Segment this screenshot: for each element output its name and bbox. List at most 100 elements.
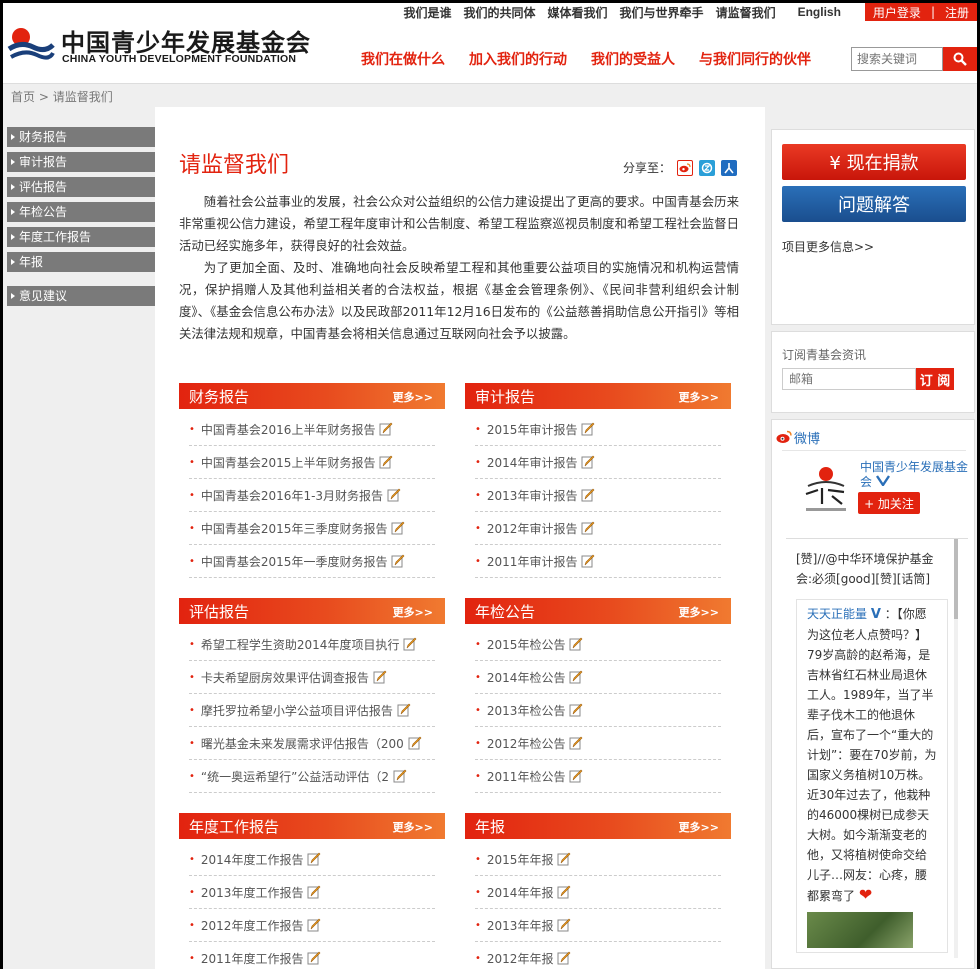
search-button[interactable] bbox=[943, 47, 977, 71]
post-thumbnail[interactable] bbox=[807, 912, 913, 948]
left-menu-evaluation[interactable]: 评估报告 bbox=[7, 177, 155, 197]
list-item[interactable]: • 中国青基会2015年一季度财务报告 bbox=[189, 545, 435, 578]
left-menu-finance[interactable]: 财务报告 bbox=[7, 127, 155, 147]
project-more-info-link[interactable]: 项目更多信息>> bbox=[782, 238, 874, 255]
share-label: 分享至： bbox=[623, 161, 672, 175]
list-item[interactable]: • 2014年度工作报告 bbox=[189, 843, 435, 876]
list-item-label: 2015年审计报告 bbox=[486, 422, 578, 437]
section-more-link[interactable]: 更多>> bbox=[393, 389, 433, 405]
list-item[interactable]: • 中国青基会2016年1-3月财务报告 bbox=[189, 479, 435, 512]
left-menu-audit[interactable]: 审计报告 bbox=[7, 152, 155, 172]
top-nav-who-we-are[interactable]: 我们是谁 bbox=[404, 4, 452, 21]
list-item[interactable]: • 中国青基会2015上半年财务报告 bbox=[189, 446, 435, 479]
bullet-icon: • bbox=[475, 423, 481, 435]
left-menu-work-report[interactable]: 年度工作报告 bbox=[7, 227, 155, 247]
left-menu-annual-inspection[interactable]: 年检公告 bbox=[7, 202, 155, 222]
site-logo[interactable]: 中国青少年发展基金会 CHINA YOUTH DEVELOPMENT FOUND… bbox=[7, 23, 310, 71]
section-more-link[interactable]: 更多>> bbox=[393, 604, 433, 620]
list-item[interactable]: • 2011年度工作报告 bbox=[189, 942, 435, 969]
top-nav-world[interactable]: 我们与世界牵手 bbox=[620, 4, 704, 21]
edit-icon bbox=[373, 670, 387, 684]
feed-scrollbar-thumb[interactable] bbox=[954, 539, 958, 619]
list-item[interactable]: • 摩托罗拉希望小学公益项目评估报告 bbox=[189, 694, 435, 727]
list-item-label: 中国青基会2016上半年财务报告 bbox=[200, 422, 376, 437]
section-more-link[interactable]: 更多>> bbox=[393, 819, 433, 835]
edit-icon bbox=[307, 885, 321, 899]
main-nav-join[interactable]: 加入我们的行动 bbox=[469, 49, 567, 69]
list-item-label: 2013年检公告 bbox=[486, 703, 566, 718]
edit-icon bbox=[569, 670, 583, 684]
list-item-label: 中国青基会2015年一季度财务报告 bbox=[200, 554, 388, 569]
list-item[interactable]: • 2013年审计报告 bbox=[475, 479, 721, 512]
section-annual-report: 年报 更多>> • 2015年年报 • 2014年年报 • 2013年年报 • 2012… bbox=[465, 813, 731, 969]
list-item[interactable]: • 2014年年报 bbox=[475, 876, 721, 909]
list-item[interactable]: • 2012年审计报告 bbox=[475, 512, 721, 545]
section-header: 年报 更多>> bbox=[465, 813, 731, 839]
edit-icon bbox=[557, 918, 571, 932]
edit-icon bbox=[581, 422, 595, 436]
subscribe-email-input[interactable] bbox=[782, 368, 916, 390]
list-item[interactable]: • 希望工程学生资助2014年度项目执行 bbox=[189, 628, 435, 661]
list-item[interactable]: • 2014年审计报告 bbox=[475, 446, 721, 479]
main-nav-partners[interactable]: 与我们同行的伙伴 bbox=[699, 49, 811, 69]
list-item[interactable]: • 曙光基金未来发展需求评估报告（200 bbox=[189, 727, 435, 760]
section-more-link[interactable]: 更多>> bbox=[679, 389, 719, 405]
subscribe-button[interactable]: 订 阅 bbox=[916, 368, 954, 390]
feed-post[interactable]: 天天正能量 V ：【你愿为这位老人点赞吗？】79岁高龄的赵希海，是吉林省红石林业… bbox=[796, 599, 948, 953]
list-item[interactable]: • “统一奥运希望行”公益活动评估（2 bbox=[189, 760, 435, 793]
left-menu-feedback[interactable]: 意见建议 bbox=[7, 286, 155, 306]
bullet-icon: • bbox=[475, 952, 481, 964]
list-item[interactable]: • 2013年度工作报告 bbox=[189, 876, 435, 909]
english-link[interactable]: English bbox=[798, 5, 841, 19]
top-nav-media[interactable]: 媒体看我们 bbox=[548, 4, 608, 21]
weibo-title[interactable]: 微博 bbox=[794, 428, 820, 447]
project-hope-avatar[interactable] bbox=[798, 460, 854, 516]
list-item[interactable]: • 2013年检公告 bbox=[475, 694, 721, 727]
top-nav-supervise[interactable]: 请监督我们 bbox=[716, 4, 776, 21]
follow-button[interactable]: + 加关注 bbox=[858, 492, 920, 514]
weibo-feed[interactable]: [赞]//@中华环境保护基金会:必须[good][赞][话筒] 天天正能量 V … bbox=[786, 538, 968, 958]
bullet-icon: • bbox=[475, 853, 481, 865]
register-button[interactable]: 注册 bbox=[936, 3, 977, 21]
search-input[interactable] bbox=[851, 47, 943, 71]
weibo-account-name[interactable]: 中国青少年发展基金会 bbox=[860, 460, 970, 490]
list-item[interactable]: • 中国青基会2016上半年财务报告 bbox=[189, 413, 435, 446]
post-text: ：【你愿为这位老人点赞吗？】79岁高龄的赵希海，是吉林省红石林业局退休工人。19… bbox=[807, 607, 937, 903]
list-item[interactable]: • 中国青基会2015年三季度财务报告 bbox=[189, 512, 435, 545]
main-nav-what-we-do[interactable]: 我们在做什么 bbox=[361, 49, 445, 69]
login-button[interactable]: 用户登录 bbox=[864, 3, 929, 21]
faq-button[interactable]: 问题解答 bbox=[782, 186, 966, 222]
top-nav-community[interactable]: 我们的共同体 bbox=[464, 4, 536, 21]
weibo-share-icon[interactable] bbox=[677, 159, 694, 176]
list-item[interactable]: • 2015年年报 bbox=[475, 843, 721, 876]
section-work-report: 年度工作报告 更多>> • 2014年度工作报告 • 2013年度工作报告 • 201… bbox=[179, 813, 445, 969]
list-item[interactable]: • 2011年检公告 bbox=[475, 760, 721, 793]
section-more-link[interactable]: 更多>> bbox=[679, 604, 719, 620]
list-item[interactable]: • 2015年检公告 bbox=[475, 628, 721, 661]
breadcrumb-current: 请监督我们 bbox=[52, 90, 113, 104]
list-item[interactable]: • 2015年审计报告 bbox=[475, 413, 721, 446]
list-item[interactable]: • 卡夫希望厨房效果评估调查报告 bbox=[189, 661, 435, 694]
main-nav-beneficiaries[interactable]: 我们的受益人 bbox=[591, 49, 675, 69]
list-item[interactable]: • 2012年年报 bbox=[475, 942, 721, 969]
bullet-icon: • bbox=[475, 522, 481, 534]
breadcrumb-home[interactable]: 首页 bbox=[11, 90, 35, 104]
list-item[interactable]: • 2013年年报 bbox=[475, 909, 721, 942]
list-item[interactable]: • 2014年检公告 bbox=[475, 661, 721, 694]
donate-button[interactable]: ¥ 现在捐款 bbox=[782, 144, 966, 180]
feed-scrollbar[interactable] bbox=[954, 539, 958, 958]
renren-share-icon[interactable] bbox=[721, 159, 738, 176]
post-username[interactable]: 天天正能量 bbox=[807, 607, 867, 621]
section-more-link[interactable]: 更多>> bbox=[679, 819, 719, 835]
left-menu-annual-report[interactable]: 年报 bbox=[7, 252, 155, 272]
bullet-icon: • bbox=[189, 704, 195, 716]
search-icon bbox=[953, 52, 967, 66]
list-item-label: 2012年审计报告 bbox=[486, 521, 578, 536]
main-nav: 我们在做什么 加入我们的行动 我们的受益人 与我们同行的伙伴 bbox=[361, 49, 835, 69]
left-menu: 财务报告 审计报告 评估报告 年检公告 年度工作报告 年报 意见建议 bbox=[7, 127, 155, 311]
qzone-share-icon[interactable] bbox=[699, 159, 716, 176]
list-item[interactable]: • 2011年审计报告 bbox=[475, 545, 721, 578]
list-item[interactable]: • 2012年度工作报告 bbox=[189, 909, 435, 942]
edit-icon bbox=[569, 703, 583, 717]
list-item[interactable]: • 2012年检公告 bbox=[475, 727, 721, 760]
